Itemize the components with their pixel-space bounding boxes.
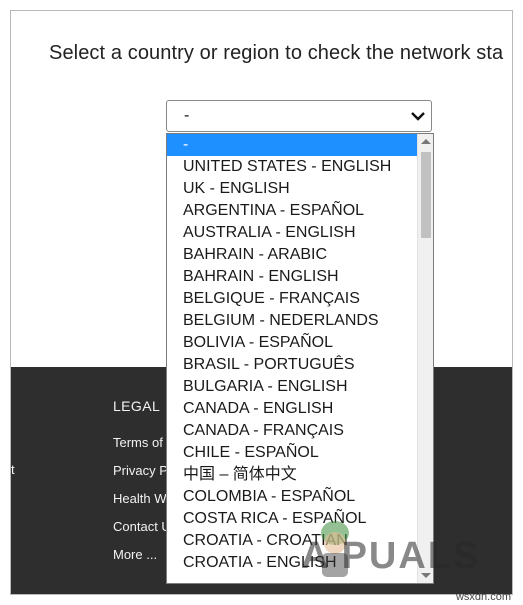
dropdown-option[interactable]: CANADA - ENGLISH: [167, 398, 417, 420]
dropdown-option[interactable]: BOLIVIA - ESPAÑOL: [167, 332, 417, 354]
site-label: wsxdn.com: [455, 591, 511, 603]
dropdown-scrollbar[interactable]: [417, 134, 433, 583]
page-heading: Select a country or region to check the …: [49, 42, 504, 64]
scrollbar-thumb[interactable]: [421, 152, 431, 238]
dropdown-option[interactable]: BELGIUM - NEDERLANDS: [167, 310, 417, 332]
dropdown-option[interactable]: CHILE - ESPAÑOL: [167, 442, 417, 464]
dropdown-option[interactable]: UK - ENGLISH: [167, 178, 417, 200]
footer-link-more[interactable]: More ...: [113, 547, 157, 562]
dropdown-option[interactable]: BAHRAIN - ENGLISH: [167, 266, 417, 288]
watermark-logo: A PUALS: [301, 535, 481, 577]
dropdown-option[interactable]: -: [167, 134, 417, 156]
country-dropdown-list[interactable]: - UNITED STATES - ENGLISH UK - ENGLISH ARGE…: [166, 133, 434, 584]
dropdown-option[interactable]: CANADA - FRANÇAIS: [167, 420, 417, 442]
dropdown-option[interactable]: AUSTRALIA - ENGLISH: [167, 222, 417, 244]
triangle-up-icon[interactable]: [421, 139, 431, 144]
dropdown-option[interactable]: BAHRAIN - ARABIC: [167, 244, 417, 266]
country-select-value: -: [184, 107, 190, 124]
dropdown-option[interactable]: BRASIL - PORTUGUÊS: [167, 354, 417, 376]
footer-legal-title: LEGAL: [113, 398, 161, 414]
footer-link-health[interactable]: Health W: [113, 491, 166, 506]
dropdown-option[interactable]: UNITED STATES - ENGLISH: [167, 156, 417, 178]
footer-link-terms[interactable]: Terms of: [113, 435, 163, 450]
footer-link-contact[interactable]: Contact U: [113, 519, 171, 534]
dropdown-option[interactable]: BULGARIA - ENGLISH: [167, 376, 417, 398]
dropdown-options: - UNITED STATES - ENGLISH UK - ENGLISH ARGE…: [167, 134, 417, 574]
dropdown-option[interactable]: BELGIQUE - FRANÇAIS: [167, 288, 417, 310]
country-select[interactable]: -: [166, 100, 432, 132]
dropdown-option[interactable]: COLOMBIA - ESPAÑOL: [167, 486, 417, 508]
chevron-down-icon: [411, 112, 425, 121]
footer-link-privacy[interactable]: Privacy P: [113, 463, 168, 478]
dropdown-option[interactable]: ARGENTINA - ESPAÑOL: [167, 200, 417, 222]
browser-page: Select a country or region to check the …: [10, 10, 513, 595]
footer-clipped-link[interactable]: t: [11, 462, 15, 477]
dropdown-option[interactable]: COSTA RICA - ESPAÑOL: [167, 508, 417, 530]
dropdown-option[interactable]: 中国 – 简体中文: [167, 464, 417, 486]
